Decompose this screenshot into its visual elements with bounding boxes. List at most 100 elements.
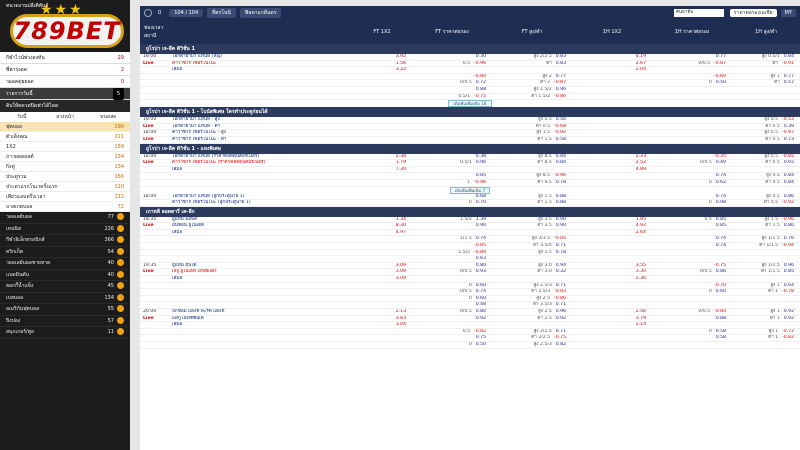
odds-ft-ou[interactable]: ต่ำ 9.5 0.78 [492,180,572,186]
odds-1h-ou[interactable] [732,67,800,73]
odds-1h-ou[interactable]: ต่ำ 1.5 0.86 [732,223,800,229]
odds-1h-1x2[interactable] [572,180,652,186]
odds-1h-1x2[interactable] [572,124,652,130]
refresh-icon[interactable] [144,9,152,17]
odds-1h-hdp[interactable] [652,276,732,282]
odds-1h-1x2[interactable] [572,302,652,308]
odds-1h-1x2[interactable] [572,256,652,262]
odds-1h-hdp[interactable]: -0.35 [652,154,732,160]
odds-ft-ou[interactable]: สูง 1.5/2 0.96 [492,87,572,93]
odds-1h-ou[interactable]: สูง 0.5 0.86 [732,194,800,200]
odds-ft-1x2[interactable]: 1.56 [352,61,412,67]
odds-ft-hdp[interactable]: 0.38 [412,154,492,160]
odds-ft-ou[interactable]: สูง 2.5/3 0.71 [492,283,572,289]
odds-ft-1x2[interactable]: 2.13 [352,309,412,315]
odds-ft-1x2[interactable] [352,243,412,249]
odds-1h-hdp[interactable]: 0 0.58 [652,329,732,335]
odds-1h-hdp[interactable]: -0.60 [652,74,732,80]
odds-1h-1x2[interactable] [572,236,652,242]
odds-1h-ou[interactable] [732,87,800,93]
odds-ft-1x2[interactable] [352,137,412,143]
odds-1h-hdp[interactable]: 0.77 [652,54,732,60]
odds-ft-1x2[interactable]: 2.38 [352,154,412,160]
odds-ft-ou[interactable]: ต่ำ 3.5/3 0.71 [492,302,572,308]
sport-item[interactable]: แบดมินตัน 40 [0,269,130,281]
sport-item[interactable]: ตัวเต็งคุณ 221 [0,132,130,142]
odds-ft-hdp[interactable]: 0.5/1 0.96 [412,160,492,166]
odds-ft-hdp[interactable]: 0.30 [412,54,492,60]
odds-1h-hdp[interactable]: 0.5 0.85 [652,217,732,223]
odds-1h-1x2[interactable] [572,74,652,80]
odds-1h-hdp[interactable] [652,87,732,93]
odds-1h-1x2[interactable] [572,117,652,123]
odds-1h-1x2[interactable]: 1.85 [572,217,652,223]
odds-ft-ou[interactable]: สูง 2/2.5 0.83 [492,54,572,60]
odds-1h-hdp[interactable]: 0/0.5 -0.80 [652,309,732,315]
odds-1h-1x2[interactable]: 3.79 [572,316,652,322]
odds-1h-hdp[interactable]: -0.75 [652,263,732,269]
odds-ft-1x2[interactable]: 1.34 [352,217,412,223]
odds-ft-ou[interactable]: สูง 2.5 0.96 [492,309,572,315]
odds-1h-ou[interactable]: ต่ำ 0.5 0.65 [732,160,800,166]
odds-1h-hdp[interactable] [652,302,732,308]
odds-1h-hdp[interactable]: 0.85 [652,223,732,229]
odds-ft-ou[interactable]: ต่ำ 0.5 -0.68 [492,124,572,130]
odds-1h-ou[interactable]: สูง 4.5 0.84 [732,173,800,179]
odds-1h-hdp[interactable]: 0.74 [652,173,732,179]
odds-ft-1x2[interactable]: 3.09 [352,276,412,282]
odds-ft-1x2[interactable] [352,87,412,93]
tab-today[interactable]: วันนี้ [0,112,43,122]
league-header[interactable]: ยูโรปา เจ-ลีค ดิวิชั่น 1 [140,44,800,54]
odds-1h-hdp[interactable] [652,130,732,136]
sport-item[interactable]: ประตวแรกโนเวครั้งแรก 110 [0,182,130,192]
odds-ft-1x2[interactable] [352,289,412,295]
odds-1h-hdp[interactable] [652,67,732,73]
odds-1h-hdp[interactable] [652,296,732,302]
sport-item[interactable]: เทนนิส 226 [0,223,130,235]
odds-1h-hdp[interactable]: 0 0.98 [652,200,732,206]
odds-ft-hdp[interactable] [412,230,492,236]
odds-1h-1x2[interactable]: 4.89 [572,167,652,173]
tab-early[interactable]: ล่วงหน้า [43,112,86,122]
odds-ft-ou[interactable] [492,230,572,236]
odds-ft-ou[interactable]: ต่ำ 2 -0.87 [492,80,572,86]
odds-1h-1x2[interactable] [572,335,652,341]
odds-1h-ou[interactable] [732,296,800,302]
odds-ft-hdp[interactable]: 0.88 [412,87,492,93]
odds-ft-ou[interactable]: ต่ำ 2.5/3 -0.83 [492,289,572,295]
sidebar-item-today[interactable]: รายการวันนี้ 5 [0,87,130,100]
odds-ft-hdp[interactable]: 0.75 [412,335,492,341]
odds-ft-1x2[interactable]: 3.22 [352,67,412,73]
odds-1h-1x2[interactable]: 4.92 [572,223,652,229]
sport-item[interactable]: คริกเก็ต 54 [0,246,130,258]
sport-item[interactable]: วอลเลย์บอลชายหาด 40 [0,258,130,270]
odds-ft-1x2[interactable] [352,283,412,289]
odds-ft-1x2[interactable] [352,117,412,123]
odds-ft-1x2[interactable] [352,94,412,100]
sport-item[interactable]: ฮอกกี้น้ำแข็ง 45 [0,281,130,293]
odds-1h-1x2[interactable]: 2.56 [572,309,652,315]
odds-ft-ou[interactable]: ต่ำ 2/2.5 -0.75 [492,335,572,341]
odds-ft-1x2[interactable] [352,335,412,341]
odds-1h-ou[interactable] [732,256,800,262]
odds-1h-1x2[interactable] [572,289,652,295]
odds-ft-ou[interactable]: สูง 1.5 -0.92 [492,130,572,136]
odds-ft-hdp[interactable]: 0.68 [412,194,492,200]
odds-1h-hdp[interactable] [652,124,732,130]
odds-1h-1x2[interactable] [572,194,652,200]
odds-ft-hdp[interactable]: 0.5 -0.96 [412,61,492,67]
odds-ft-ou[interactable]: ต่ำ 1.5 0.58 [492,137,572,143]
odds-1h-hdp[interactable] [652,256,732,262]
odds-ft-ou[interactable]: ต่ำ 1.5 0.88 [492,200,572,206]
odds-ft-hdp[interactable] [412,276,492,282]
odds-ft-1x2[interactable]: 3.92 [352,54,412,60]
odds-ft-hdp[interactable]: 1 -0.96 [412,180,492,186]
odds-1h-1x2[interactable]: 2.52 [572,160,652,166]
odds-ft-1x2[interactable]: 4.97 [352,230,412,236]
sport-item[interactable]: 1X2 159 [0,142,130,152]
odds-1h-hdp[interactable] [652,342,732,348]
odds-1h-ou[interactable] [732,342,800,348]
odds-ft-1x2[interactable] [352,173,412,179]
sport-item[interactable]: สนุกเกอร์/พูล 11 [0,327,130,339]
odds-1h-1x2[interactable]: 2.64 [572,230,652,236]
